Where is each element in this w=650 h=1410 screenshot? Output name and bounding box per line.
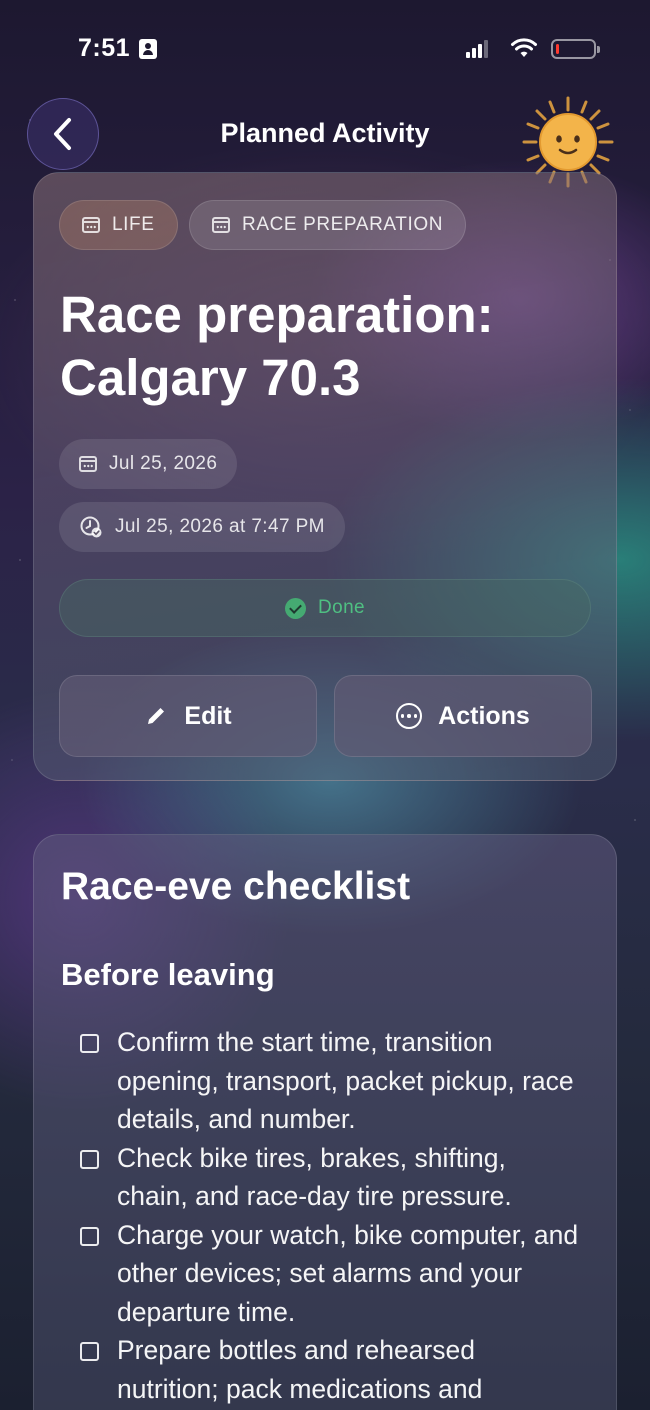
check-circle-icon	[284, 597, 306, 619]
clock-check-icon	[80, 516, 102, 538]
checkbox[interactable]	[80, 1149, 99, 1169]
edit-label: Edit	[184, 701, 232, 730]
contact-card-icon	[139, 39, 157, 59]
checklist-title: Race-eve checklist	[61, 865, 411, 908]
more-options-icon	[396, 703, 423, 729]
cellular-signal-icon	[466, 40, 490, 58]
status-time: 7:51	[78, 34, 131, 62]
checklist-item[interactable]: Confirm the start time, transition openi…	[80, 1023, 580, 1139]
datetime-chip: Jul 25, 2026 at 7:47 PM	[59, 502, 345, 552]
activity-card: LIFE RACE PREPARATION Race preparation: …	[33, 172, 617, 781]
checklist-item[interactable]: Check bike tires, brakes, shifting, chai…	[80, 1139, 580, 1216]
battery-level	[556, 44, 559, 54]
date-chip: Jul 25, 2026	[59, 439, 238, 489]
section-heading: Before leaving	[61, 957, 275, 992]
checklist-item-text: Prepare bottles and rehearsed nutrition;…	[117, 1335, 483, 1404]
checklist-item-text: Confirm the start time, transition openi…	[117, 1027, 574, 1134]
checklist-item-text: Charge your watch, bike computer, and ot…	[117, 1219, 579, 1327]
calendar-icon	[82, 217, 100, 233]
edit-button[interactable]: Edit	[59, 675, 317, 757]
checkbox[interactable]	[80, 1226, 99, 1246]
status-done-button[interactable]: Done	[59, 579, 591, 637]
calendar-icon	[79, 456, 97, 472]
checklist-item[interactable]: Charge your watch, bike computer, and ot…	[80, 1216, 580, 1332]
checklist-item[interactable]: Prepare bottles and rehearsed nutrition;…	[80, 1331, 580, 1410]
activity-title: Race preparation: Calgary 70.3	[60, 286, 494, 406]
tag-label: LIFE	[112, 214, 155, 235]
battery-icon	[551, 39, 600, 59]
checkbox[interactable]	[80, 1034, 99, 1053]
checklist: Confirm the start time, transition openi…	[80, 1023, 580, 1410]
pencil-icon	[148, 708, 165, 724]
wifi-icon	[511, 38, 537, 57]
actions-button[interactable]: Actions	[334, 675, 592, 757]
actions-label: Actions	[438, 701, 530, 730]
status-bar: 7:51	[0, 0, 650, 90]
tag-label: RACE PREPARATION	[242, 214, 444, 235]
activity-date: Jul 25, 2026	[109, 453, 218, 474]
checklist-item-text: Check bike tires, brakes, shifting, chai…	[117, 1142, 512, 1212]
tag-race-preparation[interactable]: RACE PREPARATION	[189, 200, 467, 250]
activity-datetime: Jul 25, 2026 at 7:47 PM	[115, 516, 325, 537]
calendar-icon	[212, 217, 230, 233]
status-label: Done	[317, 597, 366, 618]
checklist-card: Race-eve checklist Before leaving Confir…	[33, 834, 617, 1410]
tag-life[interactable]: LIFE	[59, 200, 178, 250]
checkbox[interactable]	[80, 1342, 99, 1361]
